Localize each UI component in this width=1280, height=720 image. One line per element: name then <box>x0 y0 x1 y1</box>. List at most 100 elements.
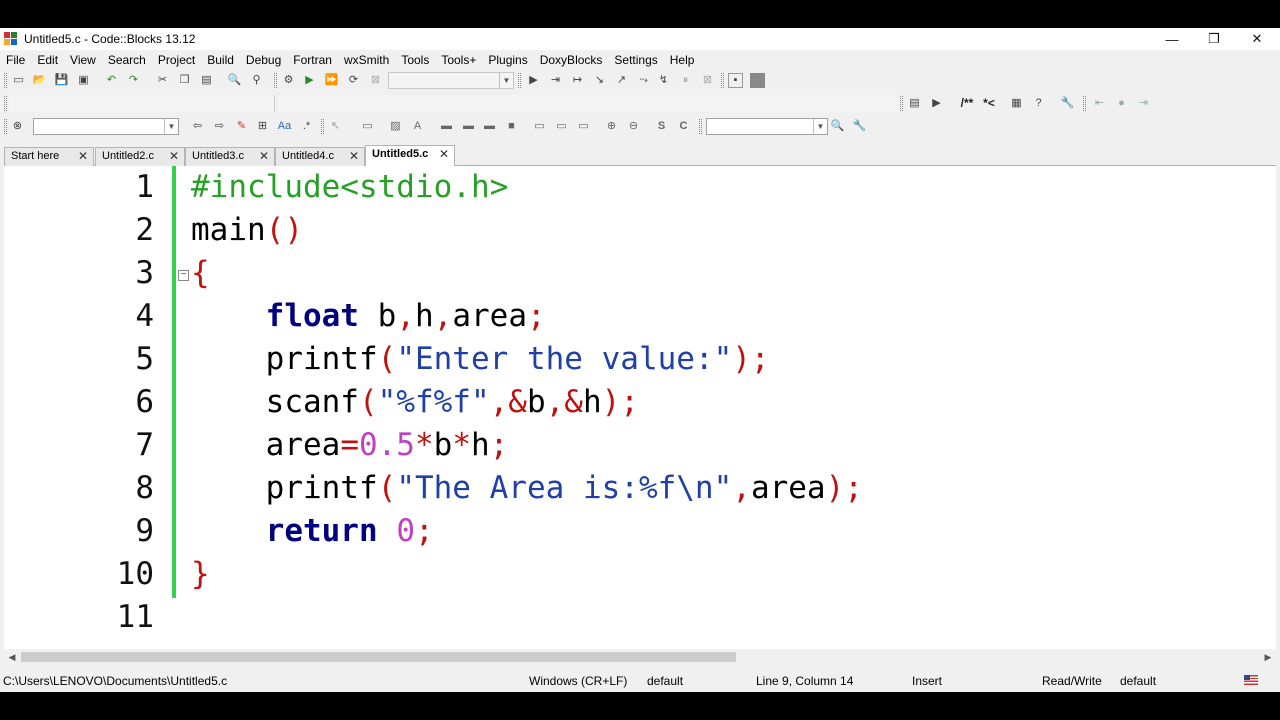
run-icon[interactable]: ▶ <box>302 73 317 88</box>
menu-settings[interactable]: Settings <box>608 50 663 70</box>
minimize-button[interactable]: — <box>1150 28 1194 50</box>
code-line[interactable]: printf("The Area is:%f\n",area); <box>191 467 863 510</box>
code-line[interactable]: #include<stdio.h> <box>191 166 508 209</box>
tab-untitled2[interactable]: Untitled2.c ✕ <box>95 147 185 166</box>
code-line[interactable]: main() <box>191 209 303 252</box>
scroll-thumb[interactable] <box>21 652 736 662</box>
build-and-run-icon[interactable]: ⏩ <box>324 73 339 88</box>
s-tool-icon[interactable]: S <box>654 119 669 134</box>
step-into-instruction-icon[interactable]: ↯ <box>656 73 671 88</box>
step-out-icon[interactable]: ↗ <box>614 73 629 88</box>
align-top-icon[interactable]: ▬ <box>439 119 454 134</box>
prev-bookmark-icon[interactable]: ⇤ <box>1092 96 1107 111</box>
find-icon[interactable]: 🔍 <box>227 73 242 88</box>
incremental-search-combo[interactable]: ▼ <box>706 118 828 135</box>
menu-file[interactable]: File <box>0 50 31 70</box>
pad-left-icon[interactable]: ▭ <box>532 119 547 134</box>
align-middle-icon[interactable]: ▬ <box>461 119 476 134</box>
tab-start-here[interactable]: Start here ✕ <box>4 147 94 166</box>
abort-icon[interactable]: ⊠ <box>368 73 383 88</box>
rebuild-icon[interactable]: ⟳ <box>346 73 361 88</box>
shape-rect-icon[interactable]: ▭ <box>360 119 375 134</box>
build-target-select[interactable]: ▼ <box>388 72 514 89</box>
function-select[interactable] <box>278 95 896 112</box>
save-icon[interactable]: 💾 <box>54 73 69 88</box>
pause-icon[interactable]: ⏸ <box>678 73 693 88</box>
stop-debug-icon[interactable]: ⊠ <box>700 73 715 88</box>
redo-icon[interactable]: ↷ <box>126 73 141 88</box>
code-line[interactable]: return 0; <box>191 510 434 553</box>
scroll-left-icon[interactable]: ◀ <box>4 649 20 665</box>
menu-tools[interactable]: Tools <box>395 50 435 70</box>
block-comment-button[interactable]: /** <box>955 96 979 111</box>
scroll-right-icon[interactable]: ▶ <box>1260 649 1276 665</box>
close-tab-icon[interactable]: ✕ <box>259 148 269 165</box>
next-line-icon[interactable]: ↦ <box>570 73 585 88</box>
bookmark-icon[interactable]: ● <box>1114 96 1129 111</box>
menu-edit[interactable]: Edit <box>31 50 64 70</box>
paste-icon[interactable]: ▤ <box>199 73 214 88</box>
menu-doxyblocks[interactable]: DoxyBlocks <box>534 50 609 70</box>
selection-icon[interactable]: ⊞ <box>255 119 270 134</box>
close-tab-icon[interactable]: ✕ <box>439 146 449 163</box>
menu-debug[interactable]: Debug <box>240 50 287 70</box>
undo-icon[interactable]: ↶ <box>104 73 119 88</box>
search-settings-icon[interactable]: 🔧 <box>852 119 867 134</box>
debug-windows-icon[interactable]: ▪ <box>728 73 743 88</box>
menu-fortran[interactable]: Fortran <box>287 50 338 70</box>
run-html-icon[interactable]: ▦ <box>1009 96 1024 111</box>
save-all-icon[interactable]: ▣ <box>76 73 91 88</box>
menu-wxsmith[interactable]: wxSmith <box>338 50 395 70</box>
shape-text-icon[interactable]: A <box>410 119 425 134</box>
code-line[interactable]: float b,h,area; <box>191 295 546 338</box>
highlight-icon[interactable]: ✎ <box>234 119 249 134</box>
code-line[interactable]: { <box>191 252 210 295</box>
run-to-cursor-icon[interactable]: ⇥ <box>548 73 563 88</box>
replace-icon[interactable]: ⚲ <box>249 73 264 88</box>
next-bookmark-icon[interactable]: ⇥ <box>1136 96 1151 111</box>
close-tab-icon[interactable]: ✕ <box>78 148 88 165</box>
align-bottom-icon[interactable]: ▬ <box>482 119 497 134</box>
close-tab-icon[interactable]: ✕ <box>169 148 179 165</box>
match-case-icon[interactable]: Aa <box>277 119 292 134</box>
debug-icon[interactable]: ▶ <box>526 73 541 88</box>
horizontal-scrollbar[interactable]: ◀ ▶ <box>4 649 1276 665</box>
jump-back-icon[interactable]: ⇦ <box>190 119 205 134</box>
extract-docs-icon[interactable]: ▶ <box>929 96 944 111</box>
c-tool-icon[interactable]: C <box>676 119 691 134</box>
next-instruction-icon[interactable]: ⤳ <box>636 73 651 88</box>
menu-project[interactable]: Project <box>152 50 201 70</box>
open-file-icon[interactable]: 📂 <box>32 73 47 88</box>
select-tool-icon[interactable]: ↖ <box>328 119 343 134</box>
build-gear-icon[interactable]: ⚙ <box>281 73 296 88</box>
code-line[interactable]: } <box>191 553 210 596</box>
shape-image-icon[interactable]: ▨ <box>388 119 403 134</box>
doxywizard-icon[interactable]: ▤ <box>907 96 922 111</box>
code-editor[interactable]: − 1 #include<stdio.h> 2 main() 3{4 float b,h… <box>4 166 1276 649</box>
clear-search-icon[interactable]: ⊗ <box>10 119 25 134</box>
code-line[interactable]: printf("Enter the value:"); <box>191 338 770 381</box>
scope-select[interactable] <box>9 95 275 112</box>
jump-forward-icon[interactable]: ⇨ <box>212 119 227 134</box>
step-into-icon[interactable]: ↘ <box>592 73 607 88</box>
menu-tools-plus[interactable]: Tools+ <box>435 50 482 70</box>
menu-build[interactable]: Build <box>201 50 240 70</box>
code-line[interactable]: scanf("%f%f",&b,&h); <box>191 381 639 424</box>
new-file-icon[interactable]: ▭ <box>11 73 26 88</box>
code-line[interactable]: area=0.5*b*h; <box>191 424 509 467</box>
close-button[interactable]: ✕ <box>1235 28 1279 50</box>
zoom-in-icon[interactable]: ⊕ <box>604 119 619 134</box>
tab-untitled4[interactable]: Untitled4.c ✕ <box>275 147 365 166</box>
various-info-icon[interactable] <box>750 73 765 88</box>
restore-button[interactable]: ❐ <box>1192 28 1236 50</box>
menu-view[interactable]: View <box>64 50 102 70</box>
copy-icon[interactable]: ❐ <box>177 73 192 88</box>
fold-marker-icon[interactable]: − <box>178 270 189 281</box>
tab-untitled3[interactable]: Untitled3.c ✕ <box>185 147 275 166</box>
doxy-config-icon[interactable]: 🔧 <box>1060 96 1075 111</box>
pad-right-icon[interactable]: ▭ <box>554 119 569 134</box>
run-chm-icon[interactable]: ? <box>1031 96 1046 111</box>
align-fill-icon[interactable]: ■ <box>504 119 519 134</box>
menu-search[interactable]: Search <box>102 50 152 70</box>
cut-icon[interactable]: ✂ <box>155 73 170 88</box>
